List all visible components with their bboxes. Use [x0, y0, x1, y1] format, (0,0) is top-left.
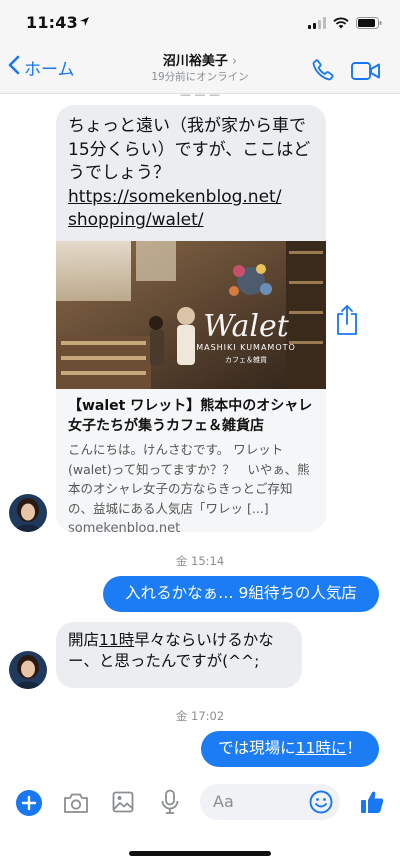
avatar[interactable] — [9, 651, 47, 689]
preview-image-logo: Walet — [203, 309, 289, 344]
message-text: ちょっと遠い（我が家から車で15分くらい）ですが、ここはどうでしょう？ http… — [56, 105, 326, 233]
preview-image-tag: カフェ＆雑貨 — [225, 355, 267, 364]
camera-icon[interactable] — [63, 792, 89, 818]
signal-icon — [308, 14, 326, 33]
preview-description: こんにちは。けんさむです。 ワレット(walet)って知ってますか？？ いやぁ、… — [68, 442, 310, 516]
time-link[interactable]: 11時 — [99, 631, 134, 649]
preview-title: 【walet ワレット】熊本中のオシャレ女子たちが集うカフェ＆雑貨店 — [68, 398, 313, 434]
time-link[interactable]: 11時に — [296, 739, 347, 757]
partial-timestamp: — — — — [180, 88, 220, 96]
preview-image[interactable]: Walet MASHIKI KUMAMOTO カフェ＆雑貨 — [56, 241, 326, 389]
plus-icon[interactable] — [16, 790, 42, 820]
status-bar: 11:43 — [0, 0, 400, 44]
battery-icon — [356, 14, 382, 33]
phone-icon[interactable] — [311, 58, 335, 86]
thumbs-up-icon[interactable] — [359, 789, 385, 819]
home-indicator — [129, 851, 271, 856]
avatar[interactable] — [9, 494, 47, 532]
status-icons — [308, 14, 382, 33]
conversation-header: ホーム 沼川裕美子 › 19分前にオンライン — [0, 44, 400, 94]
contact-status: 19分前にオンライン — [151, 71, 249, 83]
wifi-icon — [333, 14, 349, 33]
message-text: ！ — [346, 739, 362, 757]
preview-domain: somekenblog.net — [68, 521, 181, 532]
preview-image-caption: MASHIKI KUMAMOTO — [196, 343, 296, 352]
microphone-icon[interactable] — [160, 789, 180, 819]
message-body: ちょっと遠い（我が家から車で15分くらい）ですが、ここはどうでしょう？ — [68, 116, 311, 183]
emoji-icon[interactable] — [309, 790, 333, 818]
preview-body[interactable]: 【walet ワレット】熊本中のオシャレ女子たちが集うカフェ＆雑貨店 こんにちは… — [56, 389, 326, 532]
message-text: では現場に — [218, 739, 296, 757]
video-icon[interactable] — [351, 61, 381, 85]
message-url-line-2[interactable]: shopping/walet/ — [68, 209, 316, 233]
status-time: 11:43 — [26, 13, 78, 32]
contact-name-button[interactable]: 沼川裕美子 › — [0, 50, 400, 69]
share-icon[interactable] — [335, 304, 359, 340]
link-message[interactable]: ちょっと遠い（我が家から車で15分くらい）ですが、ここはどうでしょう？ http… — [56, 105, 326, 532]
incoming-message[interactable]: 開店11時早々ならいけるかなー、と思ったんですが(^^; — [56, 622, 302, 688]
message-input-placeholder: Aa — [213, 792, 234, 811]
chevron-right-icon: › — [231, 54, 238, 69]
contact-name: 沼川裕美子 — [162, 54, 228, 69]
gallery-icon[interactable] — [112, 791, 134, 817]
timestamp: 金 17:02 — [175, 709, 225, 723]
outgoing-message[interactable]: 入れるかなぁ… 9組待ちの人気店 — [103, 576, 379, 612]
message-url-line-1[interactable]: https://somekenblog.net/ — [68, 186, 316, 210]
outgoing-message[interactable]: では現場に11時に！ — [201, 731, 379, 767]
message-text: 開店 — [68, 631, 100, 649]
location-arrow-icon — [79, 16, 90, 30]
timestamp: 金 15:14 — [175, 554, 225, 568]
